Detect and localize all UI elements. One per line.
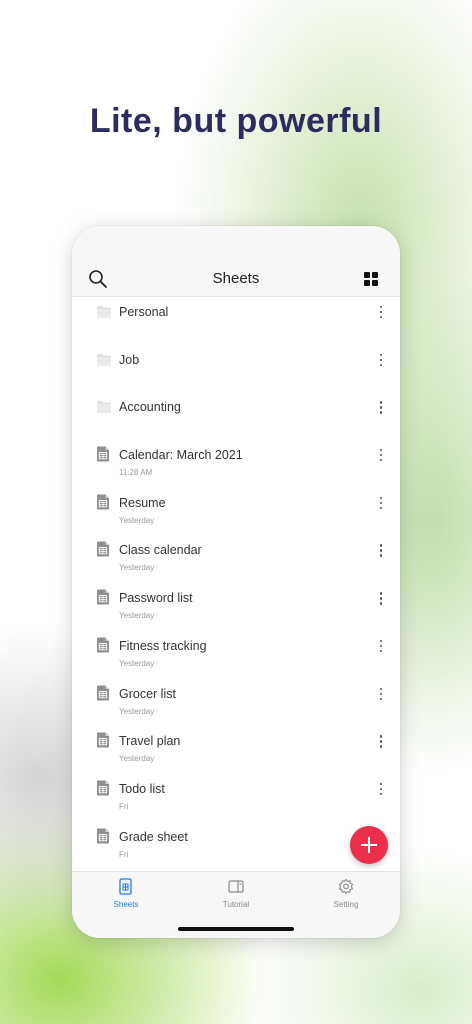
item-name: Fitness tracking: [119, 638, 207, 653]
spreadsheet-icon: [96, 494, 110, 515]
file-row[interactable]: Travel plan Yesterday: [72, 726, 400, 774]
more-options-icon[interactable]: [376, 541, 386, 559]
item-modified-time: 11:28 AM: [119, 468, 153, 478]
file-row[interactable]: Grocer list Yesterday: [72, 679, 400, 727]
sheets-icon: [119, 878, 132, 895]
item-name: Travel plan: [119, 734, 181, 749]
folder-row[interactable]: Personal: [72, 297, 400, 345]
spreadsheet-icon: [96, 446, 110, 467]
page-title: Sheets: [212, 270, 260, 287]
spreadsheet-icon: [96, 828, 110, 849]
file-row[interactable]: Fitness tracking Yesterday: [72, 631, 400, 679]
phone-frame: Sheets Personal Job Accounting Calendar: Ma…: [72, 226, 400, 938]
item-modified-time: Yesterday: [119, 706, 155, 716]
item-name: Resume: [119, 495, 166, 510]
tab-setting[interactable]: Setting: [306, 878, 386, 914]
spreadsheet-icon: [96, 637, 110, 658]
more-options-icon[interactable]: [376, 351, 386, 369]
file-row[interactable]: Password list Yesterday: [72, 583, 400, 631]
file-row[interactable]: Todo list Fri: [72, 774, 400, 822]
item-name: Accounting: [119, 400, 181, 415]
item-name: Grade sheet: [119, 829, 188, 844]
file-row[interactable]: Class calendar Yesterday: [72, 535, 400, 583]
more-options-icon[interactable]: [376, 732, 386, 750]
file-row[interactable]: Resume Yesterday: [72, 488, 400, 536]
more-options-icon[interactable]: [376, 446, 386, 464]
item-modified-time: Yesterday: [119, 658, 155, 668]
item-name: Password list: [119, 591, 193, 606]
tab-bar: Sheets Tutorial Setting: [72, 871, 400, 938]
spreadsheet-icon: [96, 589, 110, 610]
navigation-bar: Sheets: [72, 226, 400, 297]
item-name: Calendar: March 2021: [119, 448, 243, 463]
more-options-icon[interactable]: [376, 780, 386, 798]
item-name: Grocer list: [119, 686, 176, 701]
grid-view-icon[interactable]: [364, 272, 378, 286]
spreadsheet-icon: [96, 541, 110, 562]
more-options-icon[interactable]: [376, 589, 386, 607]
item-modified-time: Yesterday: [119, 515, 155, 525]
file-row[interactable]: Calendar: March 2021 11:28 AM: [72, 440, 400, 488]
item-modified-time: Yesterday: [119, 611, 155, 621]
tab-label-tutorial: Tutorial: [222, 900, 250, 909]
item-name: Job: [119, 352, 140, 367]
more-options-icon[interactable]: [376, 685, 386, 703]
tab-label-sheets: Sheets: [113, 900, 139, 909]
gear-icon: [338, 878, 354, 895]
tab-sheets[interactable]: Sheets: [86, 878, 166, 914]
item-modified-time: Yesterday: [119, 563, 155, 573]
more-options-icon[interactable]: [376, 303, 386, 321]
spreadsheet-icon: [96, 732, 110, 753]
more-options-icon[interactable]: [376, 494, 386, 512]
more-options-icon[interactable]: [376, 398, 386, 416]
item-name: Class calendar: [119, 543, 202, 558]
tab-tutorial[interactable]: Tutorial: [196, 878, 276, 914]
folder-row[interactable]: Accounting: [72, 392, 400, 440]
folder-row[interactable]: Job: [72, 345, 400, 393]
item-modified-time: Fri: [119, 849, 129, 859]
folder-icon: [96, 353, 112, 372]
home-indicator: [178, 927, 294, 931]
plus-icon-vertical: [368, 837, 370, 853]
add-button[interactable]: [350, 826, 388, 864]
spreadsheet-icon: [96, 685, 110, 706]
headline: Lite, but powerful: [89, 102, 383, 140]
folder-icon: [96, 305, 112, 324]
item-modified-time: Yesterday: [119, 754, 155, 764]
tutorial-icon: [228, 880, 244, 893]
file-list: Personal Job Accounting Calendar: March 202…: [72, 297, 400, 871]
tab-label-setting: Setting: [333, 900, 359, 909]
folder-icon: [96, 400, 112, 419]
item-name: Todo list: [119, 781, 165, 796]
spreadsheet-icon: [96, 780, 110, 801]
item-name: Personal: [119, 305, 169, 319]
item-modified-time: Fri: [119, 801, 129, 811]
more-options-icon[interactable]: [376, 637, 386, 655]
